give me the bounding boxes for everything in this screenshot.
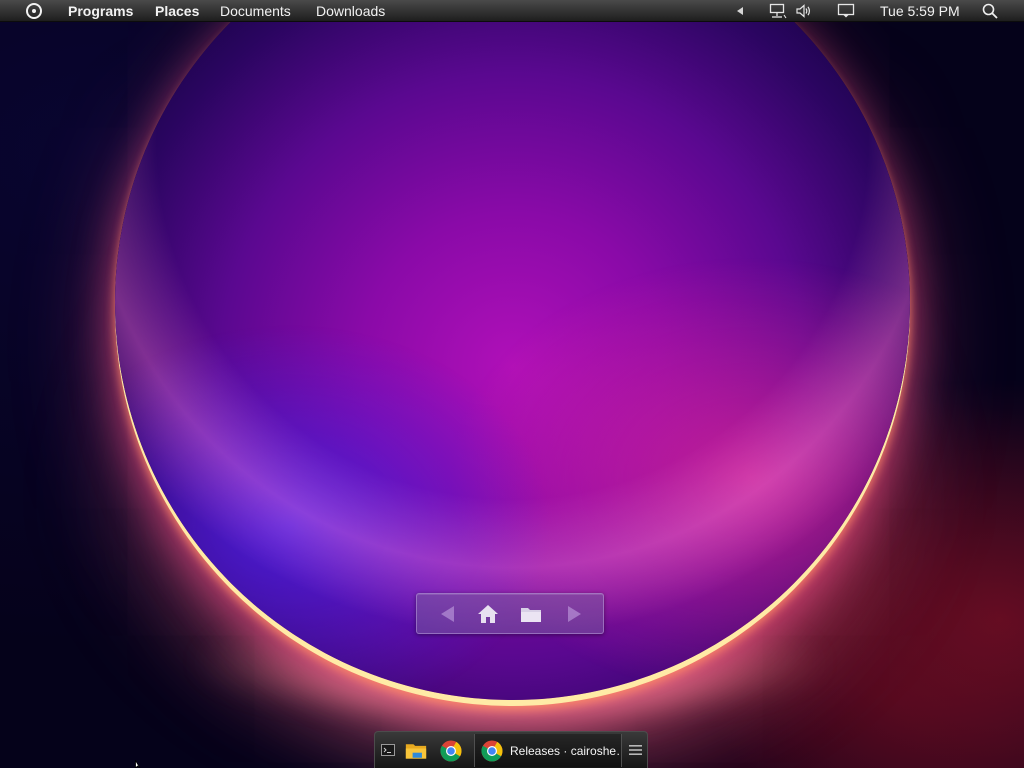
mouse-cursor-icon <box>135 760 141 768</box>
arrow-right-icon[interactable] <box>563 604 585 624</box>
circle-dot-icon[interactable] <box>26 3 42 19</box>
menu-places[interactable]: Places <box>155 3 199 19</box>
clock[interactable]: Tue 5:59 PM <box>880 3 960 19</box>
taskbar-window-label: Releases · cairoshe… <box>510 744 620 758</box>
taskbar: Releases · cairoshe… <box>374 731 648 768</box>
command-prompt-icon[interactable] <box>381 743 395 757</box>
action-center-icon[interactable] <box>837 3 855 19</box>
menu-programs[interactable]: Programs <box>68 3 133 19</box>
folder-icon[interactable] <box>520 604 542 624</box>
desktop-wallpaper <box>0 0 1024 768</box>
menu-documents[interactable]: Documents <box>220 3 291 19</box>
arrow-left-icon[interactable] <box>437 604 459 624</box>
search-icon[interactable] <box>982 3 998 19</box>
taskbar-window-chrome[interactable]: Releases · cairoshe… <box>474 734 622 767</box>
desktop-navigation-bar <box>416 593 604 634</box>
chrome-icon <box>481 740 503 762</box>
top-menu-bar: Programs Places Documents Downloads Tue … <box>0 0 1024 22</box>
volume-icon[interactable] <box>795 3 813 19</box>
hamburger-icon[interactable] <box>629 744 642 756</box>
file-explorer-icon[interactable] <box>405 740 427 762</box>
chevron-left-icon[interactable] <box>737 7 743 15</box>
chrome-icon[interactable] <box>440 740 462 762</box>
home-icon[interactable] <box>477 604 499 624</box>
menu-downloads[interactable]: Downloads <box>316 3 385 19</box>
network-icon[interactable] <box>769 3 787 19</box>
